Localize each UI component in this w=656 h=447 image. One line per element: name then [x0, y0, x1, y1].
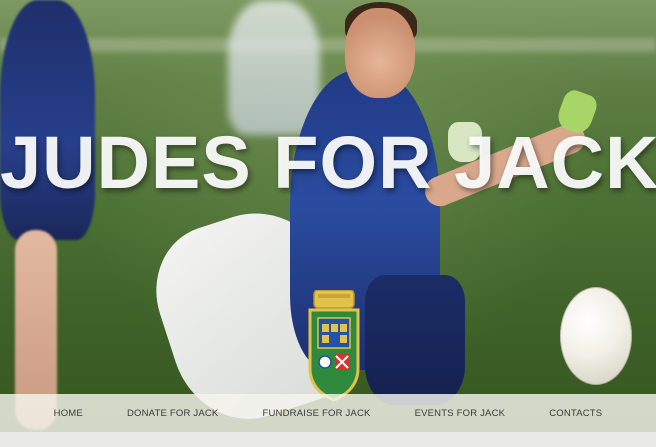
- nav-fundraise-for-jack[interactable]: FUNDRAISE FOR JACK: [240, 408, 392, 419]
- nav-home[interactable]: HOME: [32, 408, 105, 419]
- hero-banner: JUDES FOR JACK HOME DONATE FOR JACK FUND…: [0, 0, 656, 447]
- football: [560, 287, 632, 385]
- main-player-head: [345, 8, 415, 98]
- nav-events-for-jack[interactable]: EVENTS FOR JACK: [393, 408, 528, 419]
- page-bottom-strip: [0, 432, 656, 447]
- pitch-background: [0, 38, 656, 52]
- main-player-shorts: [365, 275, 465, 405]
- nav-contacts[interactable]: CONTACTS: [527, 408, 624, 419]
- nav-donate-for-jack[interactable]: DONATE FOR JACK: [105, 408, 241, 419]
- page-title: JUDES FOR JACK: [0, 121, 656, 204]
- main-navigation: HOME DONATE FOR JACK FUNDRAISE FOR JACK …: [0, 394, 656, 432]
- club-crest-icon: [308, 290, 360, 402]
